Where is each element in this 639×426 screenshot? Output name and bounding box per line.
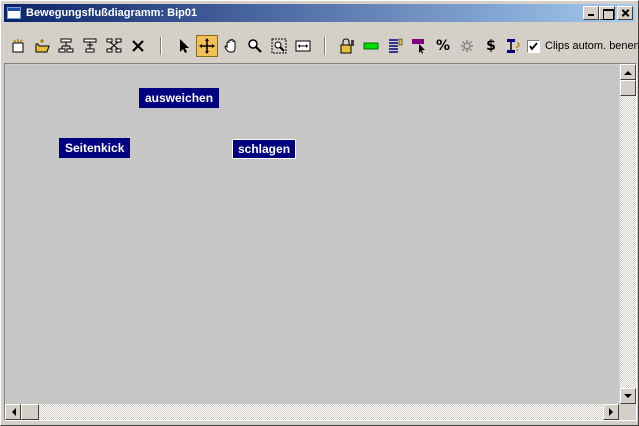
zoom-region-icon[interactable] — [268, 35, 290, 57]
list-icon[interactable] — [384, 35, 406, 57]
auto-clip-checkbox[interactable] — [527, 40, 540, 53]
diagram-canvas[interactable]: ausweichen Seitenkick schlagen — [6, 65, 619, 404]
new-file-icon[interactable] — [7, 35, 29, 57]
horizontal-scroll-thumb[interactable] — [21, 404, 39, 420]
motion-flow-window: Bewegungsflußdiagramm: Bip01 % $ Clips a… — [0, 0, 639, 426]
insert-tree-icon[interactable] — [55, 35, 77, 57]
lock-icon[interactable] — [336, 35, 358, 57]
minimize-button[interactable] — [583, 6, 599, 20]
toolbar-separator — [160, 37, 162, 55]
dollar-icon[interactable]: $ — [480, 35, 502, 57]
diagram-frame: ausweichen Seitenkick schlagen — [4, 63, 637, 421]
zoom-magnifier-icon[interactable] — [244, 35, 266, 57]
scroll-right-button[interactable] — [603, 404, 619, 420]
arrow-down-icon — [624, 393, 632, 398]
toolbar: % $ Clips autom. benen — [4, 34, 639, 58]
horizontal-scrollbar[interactable] — [5, 404, 619, 420]
zoom-extents-icon[interactable] — [292, 35, 314, 57]
window-controls — [583, 6, 633, 20]
cog-icon[interactable] — [456, 35, 478, 57]
title-bar[interactable]: Bewegungsflußdiagramm: Bip01 — [4, 4, 635, 22]
percent-icon[interactable]: % — [432, 35, 454, 57]
vertical-scrollbar[interactable] — [620, 64, 636, 404]
open-file-icon[interactable] — [31, 35, 53, 57]
arrow-right-icon — [608, 408, 613, 416]
auto-clip-label: Clips autom. benen — [545, 40, 639, 52]
purple-pointer-icon[interactable] — [408, 35, 430, 57]
move-cross-icon[interactable] — [196, 35, 218, 57]
scroll-left-button[interactable] — [5, 404, 21, 420]
toolbar-separator — [324, 37, 326, 55]
append-tree-icon[interactable] — [79, 35, 101, 57]
scroll-down-button[interactable] — [620, 388, 636, 404]
delete-icon[interactable] — [127, 35, 149, 57]
arrow-left-icon — [11, 408, 16, 416]
checkmark-icon — [529, 42, 538, 51]
arrow-up-icon — [624, 70, 632, 75]
green-clip-icon[interactable] — [360, 35, 382, 57]
script-icon[interactable] — [502, 35, 524, 57]
window-title: Bewegungsflußdiagramm: Bip01 — [26, 7, 198, 19]
insert-node-icon[interactable] — [103, 35, 125, 57]
node-schlagen[interactable]: schlagen — [232, 139, 297, 159]
node-ausweichen[interactable]: ausweichen — [139, 88, 220, 108]
scrollbar-corner — [620, 404, 636, 420]
node-seitenkick[interactable]: Seitenkick — [59, 138, 131, 158]
window-icon — [7, 7, 21, 19]
maximize-button[interactable] — [599, 6, 615, 20]
select-arrow-icon[interactable] — [172, 35, 194, 57]
pan-hand-icon[interactable] — [220, 35, 242, 57]
scroll-up-button[interactable] — [620, 64, 636, 80]
close-button[interactable] — [617, 6, 633, 20]
vertical-scroll-thumb[interactable] — [620, 80, 636, 96]
